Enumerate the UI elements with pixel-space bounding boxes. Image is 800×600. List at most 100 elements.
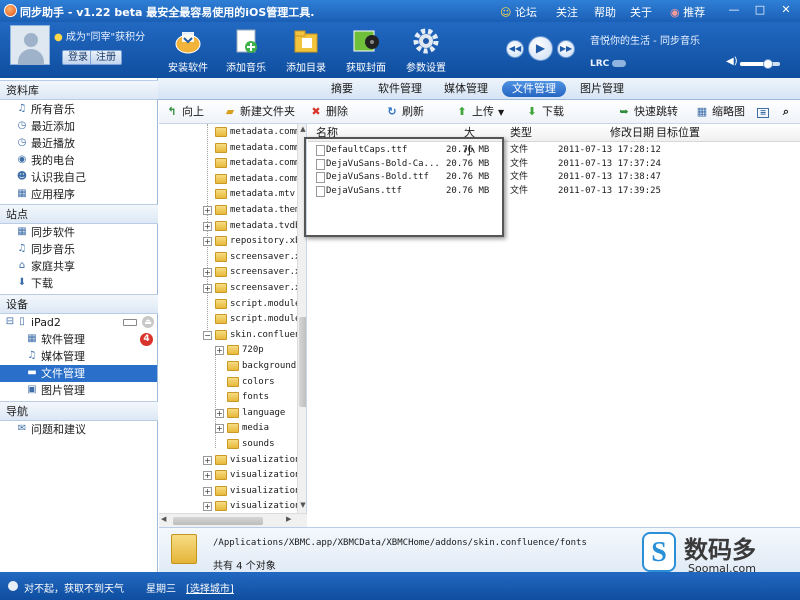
tab-photos[interactable]: 图片管理 xyxy=(576,81,628,97)
tree-horizontal-scrollbar[interactable]: ◀ ▶ xyxy=(159,513,307,527)
expand-plus-icon[interactable]: + xyxy=(203,237,212,247)
sidebar-item-recent-added[interactable]: ◷ 最近添加 xyxy=(0,118,157,135)
tab-software[interactable]: 软件管理 xyxy=(374,81,426,97)
expand-plus-icon[interactable]: + xyxy=(215,346,224,356)
sidebar-item-recent-played[interactable]: ◷ 最近播放 xyxy=(0,135,157,152)
volume-track[interactable] xyxy=(740,59,780,69)
sidebar-item-download[interactable]: ⬇ 下载 xyxy=(0,275,157,292)
sidebar-item-home-sharing[interactable]: ⌂ 家庭共享 xyxy=(0,258,157,275)
column-type[interactable]: 类型 xyxy=(510,124,532,142)
tree-node[interactable]: metadata.common xyxy=(159,141,297,156)
refresh-button[interactable]: ↻ 刷新 xyxy=(385,104,424,120)
tree-node[interactable]: script.module. xyxy=(159,297,297,312)
expand-plus-icon[interactable]: + xyxy=(203,486,212,496)
maximize-button[interactable]: □ xyxy=(752,3,768,17)
download-button[interactable]: ⬇ 下载 xyxy=(525,104,564,120)
expand-plus-icon[interactable]: + xyxy=(215,408,224,418)
scroll-left-arrow-icon[interactable]: ◀ xyxy=(161,515,166,523)
up-button[interactable]: ↰ 向上 xyxy=(165,104,204,120)
tree-node[interactable]: script.module.s xyxy=(159,312,297,327)
search-button[interactable]: ⌕ xyxy=(779,104,796,120)
list-view-button[interactable]: ≡ xyxy=(757,104,772,120)
follow-link[interactable]: 关注 xyxy=(556,4,578,20)
tab-summary[interactable]: 摘要 xyxy=(322,81,362,97)
previous-track-icon[interactable]: ◀◀ xyxy=(506,40,524,58)
expand-plus-icon[interactable]: + xyxy=(203,268,212,278)
sidebar-item-device-ipad2[interactable]: ⊟ ▯ iPad2 ⏏ xyxy=(0,314,157,331)
tree-node[interactable]: + screensaver.xbm xyxy=(159,265,297,280)
play-icon[interactable]: ▶ xyxy=(528,36,553,61)
add-music-button[interactable]: 添加音乐 xyxy=(216,24,276,76)
expand-plus-icon[interactable]: + xyxy=(203,206,212,215)
expand-plus-icon[interactable]: + xyxy=(203,471,212,481)
sidebar-item-applications[interactable]: ▦ 应用程序 xyxy=(0,186,157,203)
volume-knob[interactable] xyxy=(763,59,773,69)
tree-node[interactable]: metadata.common xyxy=(159,172,297,187)
quick-jump-button[interactable]: ➥ 快速跳转 xyxy=(617,104,678,120)
scroll-thumb[interactable] xyxy=(299,317,306,407)
collapse-minus-icon[interactable]: ⊟ xyxy=(4,316,16,328)
tree-node[interactable]: backgrounds xyxy=(159,359,297,374)
tree-node[interactable]: colors xyxy=(159,375,297,390)
next-track-icon[interactable]: ▶▶ xyxy=(557,40,575,58)
sidebar-item-know-myself[interactable]: ☻ 认识我自己 xyxy=(0,169,157,186)
tree-node[interactable]: + visualization. xyxy=(159,453,297,468)
forum-link[interactable]: ☺ 论坛 xyxy=(500,4,537,20)
tree-node[interactable]: +720p xyxy=(159,343,297,358)
sidebar-item-sync-music[interactable]: ♫ 同步音乐 xyxy=(0,241,157,258)
lrc-toggle[interactable]: LRC xyxy=(590,59,627,69)
sidebar-item-all-music[interactable]: ♫ 所有音乐 xyxy=(0,101,157,118)
sidebar-item-media-manage[interactable]: ♫ 媒体管理 xyxy=(0,348,157,365)
collapse-minus-icon[interactable]: − xyxy=(203,330,212,340)
minimize-button[interactable]: — xyxy=(726,3,742,17)
column-target[interactable]: 目标位置 xyxy=(656,124,700,142)
choose-city-link[interactable]: [选择城市] xyxy=(186,580,234,595)
new-folder-button[interactable]: ▰ 新建文件夹 xyxy=(223,104,295,120)
install-software-button[interactable]: 安装软件 xyxy=(158,24,218,76)
tree-node[interactable]: + screensaver.xbm xyxy=(159,281,297,296)
sidebar-item-feedback[interactable]: ✉ 问题和建议 xyxy=(0,421,157,438)
avatar[interactable] xyxy=(10,25,50,65)
recommend-link[interactable]: ◉ 推荐 xyxy=(670,4,705,20)
tree-node[interactable]: sounds xyxy=(159,437,297,452)
sidebar-item-my-radio[interactable]: ◉ 我的电台 xyxy=(0,152,157,169)
tree-node[interactable]: screensaver.xbm xyxy=(159,250,297,265)
thumbnail-button[interactable]: ▦ 缩略图 xyxy=(695,104,745,120)
get-cover-button[interactable]: 获取封面 xyxy=(336,24,396,76)
tree-node[interactable]: fonts xyxy=(159,390,297,405)
tree-node[interactable]: + repository.xbm xyxy=(159,234,297,249)
tree-node[interactable]: metadata.common xyxy=(159,156,297,171)
tree-node[interactable]: + visualization. xyxy=(159,468,297,483)
tab-files[interactable]: 文件管理 xyxy=(502,81,566,97)
tree-node[interactable]: − skin.confluence xyxy=(159,328,297,343)
sidebar-item-file-manage[interactable]: ▬ 文件管理 xyxy=(0,365,157,382)
tab-media[interactable]: 媒体管理 xyxy=(440,81,492,97)
scroll-thumb[interactable] xyxy=(173,517,263,525)
upload-button[interactable]: ⬆ 上传 ▼ xyxy=(455,104,504,120)
tree-node[interactable]: + media xyxy=(159,421,297,436)
sidebar-item-sync-software[interactable]: ▦ 同步软件 xyxy=(0,224,157,241)
about-link[interactable]: 关于 xyxy=(630,4,652,20)
add-directory-button[interactable]: 添加目录 xyxy=(276,24,336,76)
tree-node[interactable]: + visualization. xyxy=(159,484,297,499)
close-button[interactable]: ✕ xyxy=(778,3,794,17)
scroll-right-arrow-icon[interactable]: ▶ xyxy=(286,515,291,523)
expand-plus-icon[interactable]: + xyxy=(203,455,212,465)
expand-plus-icon[interactable]: + xyxy=(203,502,212,512)
tree-node[interactable]: + metadata.tvdb. xyxy=(159,219,297,234)
scroll-up-arrow-icon[interactable]: ▲ xyxy=(298,124,306,134)
eject-icon[interactable]: ⏏ xyxy=(142,316,154,328)
tree-node[interactable]: + metadata.themo xyxy=(159,203,297,218)
delete-button[interactable]: ✖ 删除 xyxy=(309,104,348,120)
sidebar-item-photo-manage[interactable]: ▣ 图片管理 xyxy=(0,382,157,399)
tree-node[interactable]: metadata.mtv.c xyxy=(159,187,297,202)
expand-plus-icon[interactable]: + xyxy=(203,284,212,293)
expand-plus-icon[interactable]: + xyxy=(203,221,212,231)
register-button[interactable]: 注册 xyxy=(90,50,122,65)
settings-button[interactable]: 参数设置 xyxy=(396,24,456,76)
sidebar-item-software-manage[interactable]: ▦ 软件管理 4 xyxy=(0,331,157,348)
dropdown-chevron-icon[interactable]: ▼ xyxy=(498,108,504,117)
tree-node[interactable]: metadata.common xyxy=(159,125,297,140)
help-link[interactable]: 帮助 xyxy=(594,4,616,20)
scroll-down-arrow-icon[interactable]: ▼ xyxy=(298,500,306,510)
